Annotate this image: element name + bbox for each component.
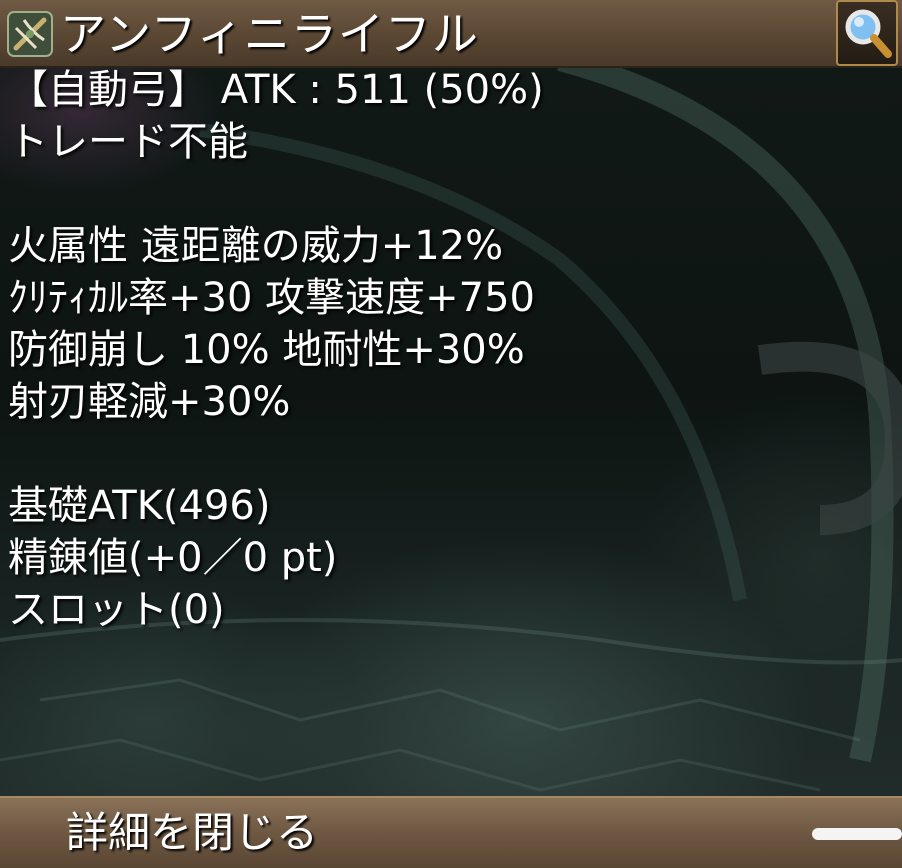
- base-atk: 基礎ATK(496): [8, 483, 271, 529]
- close-details-button[interactable]: 詳細を閉じる: [0, 796, 902, 868]
- weapon-type-atk: 【自動弓】 ATK : 511 (50%): [8, 67, 544, 113]
- magnifier-icon: [845, 9, 892, 58]
- trade-status: トレード不能: [8, 119, 248, 165]
- option-line: ｸﾘﾃｨｶﾙ率+30 攻撃速度+750: [8, 275, 535, 321]
- item-title-bar: アンフィニライフル: [0, 0, 902, 68]
- slot-count: スロット(0): [8, 587, 225, 633]
- crossbow-icon: [6, 10, 54, 58]
- search-button[interactable]: [836, 0, 898, 66]
- close-details-label: 詳細を閉じる: [66, 808, 319, 857]
- menu-handle-icon[interactable]: [812, 828, 902, 840]
- option-line: 射刃軽減+30%: [8, 379, 291, 425]
- option-line: 火属性 遠距離の威力+12%: [8, 223, 504, 269]
- option-line: 防御崩し 10% 地耐性+30%: [8, 327, 525, 373]
- item-name: アンフィニライフル: [60, 7, 479, 61]
- refine-value: 精錬値(+0／0 pt): [8, 535, 338, 581]
- item-detail-panel: 【自動弓】 ATK : 511 (50%) トレード不能 火属性 遠距離の威力+…: [8, 64, 868, 636]
